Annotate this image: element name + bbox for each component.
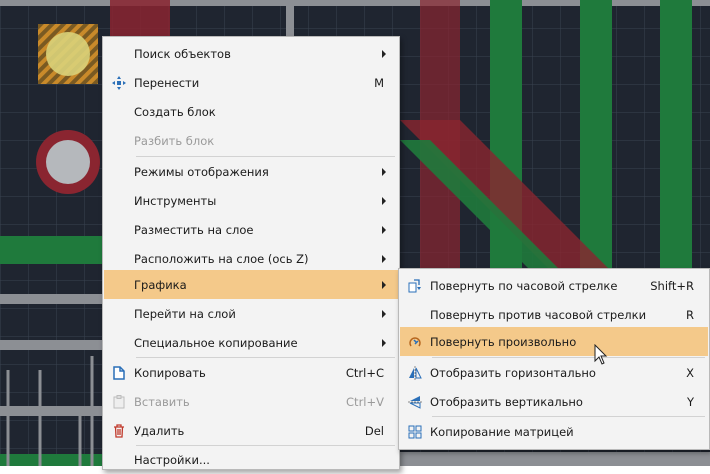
shortcut-label: Y [686, 394, 694, 409]
paste-icon [104, 387, 134, 416]
menu-item-label: Создать блок [134, 104, 216, 119]
submenu-arrow-icon [382, 225, 386, 234]
menu-item-label: Удалить [134, 423, 185, 438]
menu-item-paste[interactable]: Вставить Ctrl+V [104, 387, 398, 416]
rotate-free-icon [400, 327, 430, 356]
menu-item-label: Разбить блок [134, 133, 215, 148]
empty-icon-slot [104, 157, 134, 186]
menu-item-label: Отобразить горизонтально [430, 365, 596, 380]
empty-icon-slot [104, 97, 134, 126]
shortcut-label: X [686, 365, 694, 380]
array-copy-icon [400, 417, 430, 446]
submenu-arrow-icon [382, 280, 386, 289]
menu-item-graphics[interactable]: Графика [104, 270, 398, 299]
submenu-item-mirror-vertical[interactable]: Отобразить вертикально Y [400, 387, 708, 416]
rotate-clockwise-icon [400, 271, 430, 300]
submenu-arrow-icon [382, 254, 386, 263]
context-menu: Поиск объектов Перенести M Создать блок … [102, 36, 400, 470]
shortcut-label: R [686, 307, 694, 322]
menu-item-label: Отобразить вертикально [430, 394, 583, 409]
shortcut-label: Del [364, 423, 384, 438]
pad-hatched[interactable] [38, 24, 98, 84]
menu-item-label: Копировать [134, 365, 206, 380]
menu-item-display-modes[interactable]: Режимы отображения [104, 157, 398, 186]
submenu-arrow-icon [382, 196, 386, 205]
graphics-submenu: Повернуть по часовой стрелке Shift+R Пов… [398, 268, 710, 450]
menu-item-label: Копирование матрицей [430, 424, 574, 439]
menu-item-label: Повернуть произвольно [430, 334, 577, 349]
empty-icon-slot [104, 215, 134, 244]
shortcut-label: Ctrl+V [346, 394, 384, 409]
empty-icon-slot [104, 126, 134, 155]
submenu-item-rotate-counterclockwise[interactable]: Повернуть против часовой стрелки R [400, 300, 708, 329]
menu-item-label: Повернуть по часовой стрелке [430, 278, 618, 293]
empty-icon-slot [104, 328, 134, 357]
empty-icon-slot [104, 299, 134, 328]
menu-item-settings[interactable]: Настройки... [104, 445, 398, 474]
mirror-horizontal-icon [400, 358, 430, 387]
menu-item-find-objects[interactable]: Поиск объектов [104, 39, 398, 68]
move-icon [104, 68, 134, 97]
submenu-arrow-icon [382, 309, 386, 318]
submenu-item-mirror-horizontal[interactable]: Отобразить горизонтально X [400, 358, 708, 387]
menu-item-label: Вставить [134, 394, 190, 409]
pad-round[interactable] [36, 130, 100, 194]
menu-item-tools[interactable]: Инструменты [104, 186, 398, 215]
menu-item-label: Специальное копирование [134, 335, 298, 350]
menu-item-label: Перенести [134, 75, 200, 90]
empty-icon-slot [104, 244, 134, 273]
empty-icon-slot [400, 300, 430, 329]
menu-item-label: Расположить на слое (ось Z) [134, 251, 309, 266]
menu-item-arrange-z[interactable]: Расположить на слое (ось Z) [104, 244, 398, 273]
menu-item-delete[interactable]: Удалить Del [104, 416, 398, 445]
menu-item-copy[interactable]: Копировать Ctrl+C [104, 358, 398, 387]
copy-icon [104, 358, 134, 387]
submenu-item-rotate-free[interactable]: Повернуть произвольно [400, 327, 708, 356]
menu-item-label: Повернуть против часовой стрелки [430, 307, 647, 322]
menu-item-label: Инструменты [134, 193, 217, 208]
submenu-arrow-icon [382, 338, 386, 347]
menu-item-label: Режимы отображения [134, 164, 269, 179]
submenu-item-array-copy[interactable]: Копирование матрицей [400, 417, 708, 446]
mouse-cursor-icon [594, 344, 608, 365]
menu-item-label: Перейти на слой [134, 306, 236, 321]
empty-icon-slot [104, 445, 134, 474]
submenu-arrow-icon [382, 167, 386, 176]
submenu-arrow-icon [382, 49, 386, 58]
delete-icon [104, 416, 134, 445]
menu-item-label: Графика [134, 277, 187, 292]
menu-item-label: Поиск объектов [134, 46, 231, 61]
empty-icon-slot [104, 270, 134, 299]
menu-item-label: Разместить на слое [134, 222, 254, 237]
menu-item-special-copy[interactable]: Специальное копирование [104, 328, 398, 357]
menu-item-label: Настройки... [134, 452, 210, 467]
empty-icon-slot [104, 186, 134, 215]
empty-icon-slot [104, 39, 134, 68]
menu-item-create-block[interactable]: Создать блок [104, 97, 398, 126]
submenu-item-rotate-clockwise[interactable]: Повернуть по часовой стрелке Shift+R [400, 271, 708, 300]
menu-item-explode-block[interactable]: Разбить блок [104, 126, 398, 155]
shortcut-label: Shift+R [650, 278, 694, 293]
menu-item-move[interactable]: Перенести M [104, 68, 398, 97]
menu-item-go-to-layer[interactable]: Перейти на слой [104, 299, 398, 328]
shortcut-label: Ctrl+C [345, 365, 384, 380]
mirror-vertical-icon [400, 387, 430, 416]
menu-item-place-on-layer[interactable]: Разместить на слое [104, 215, 398, 244]
shortcut-label: M [374, 75, 384, 90]
